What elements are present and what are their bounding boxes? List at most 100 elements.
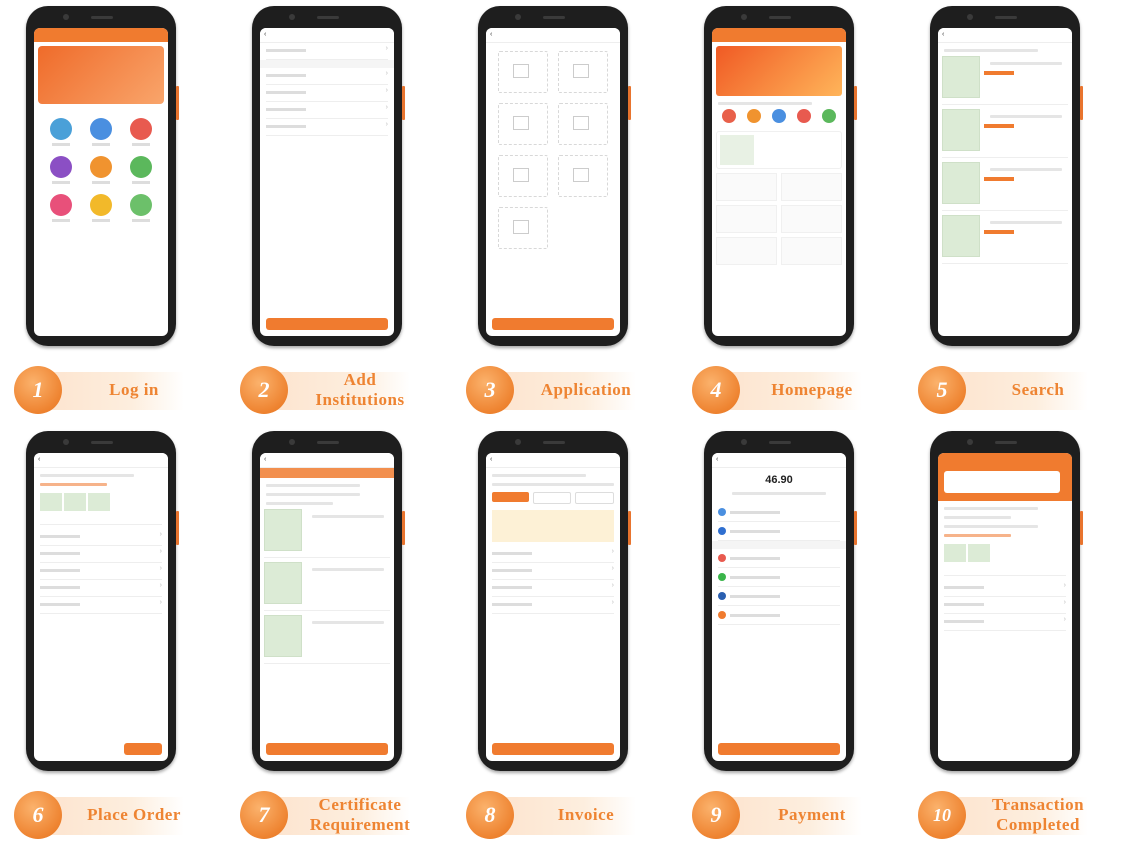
- step-number-badge: 6: [14, 791, 62, 839]
- search-result: [942, 109, 1068, 158]
- info-line: [492, 483, 614, 486]
- upload-slot: [498, 207, 548, 249]
- order-info-line: [944, 516, 1011, 519]
- step-title: Homepage: [771, 380, 853, 399]
- speaker-icon: [769, 16, 791, 19]
- speaker-icon: [317, 16, 339, 19]
- camera-icon: [289, 14, 295, 20]
- tab: [575, 492, 615, 504]
- camera-icon: [967, 439, 973, 445]
- step-number-badge: 8: [466, 791, 514, 839]
- form-row: [492, 563, 614, 580]
- search-result: [942, 56, 1068, 105]
- payment-method: [718, 606, 840, 625]
- feature-icon: [130, 194, 152, 216]
- confirm-button: [266, 743, 388, 755]
- side-button: [628, 86, 631, 120]
- phone-add-institutions-screen: ‹: [252, 6, 405, 346]
- next-button: [492, 318, 614, 330]
- step-label: 7 Certificate Requirement: [240, 791, 416, 841]
- grid-tile: [781, 173, 842, 201]
- speaker-icon: [543, 441, 565, 444]
- detail-row: [944, 597, 1066, 614]
- category-icon: [721, 109, 736, 123]
- tab-active: [492, 492, 529, 502]
- speaker-icon: [769, 441, 791, 444]
- screen: ‹: [486, 453, 620, 761]
- filter-bar: [944, 49, 1038, 52]
- screen-header: ‹: [712, 453, 846, 468]
- step-1: 1 Log in: [0, 0, 226, 425]
- upload-grid: [486, 43, 620, 257]
- step-label: 2 Add Institutions: [240, 366, 416, 416]
- promo-banner: [38, 46, 164, 104]
- certificate-item: [264, 509, 390, 558]
- notice-box: [492, 510, 614, 542]
- feature-icon: [130, 156, 152, 178]
- address-line: [40, 474, 134, 477]
- screen: [712, 28, 846, 336]
- invoice-type-tabs: [492, 492, 615, 504]
- step-4: 4 Homepage: [678, 0, 904, 425]
- pay-button: [718, 743, 840, 755]
- speaker-icon: [317, 441, 339, 444]
- step-title: Transaction Completed: [991, 795, 1085, 834]
- step-label: 1 Log in: [14, 366, 190, 416]
- back-arrow-icon: ‹: [716, 456, 719, 463]
- phone-transaction-completed-screen: [930, 431, 1083, 771]
- tab: [532, 492, 572, 504]
- product-image: [720, 135, 754, 165]
- product-image: [64, 493, 86, 511]
- step-label: 6 Place Order: [14, 791, 190, 841]
- category-icon: [822, 109, 837, 123]
- order-info-line: [944, 507, 1038, 510]
- product-image: [88, 493, 110, 511]
- side-button: [402, 86, 405, 120]
- step-label: 10 Transaction Completed: [918, 791, 1094, 841]
- side-button: [176, 511, 179, 545]
- back-arrow-icon: ‹: [264, 456, 267, 463]
- side-button: [854, 86, 857, 120]
- step-label: 9 Payment: [692, 791, 868, 841]
- product-image: [942, 109, 980, 151]
- step-number-badge: 3: [466, 366, 514, 414]
- screen-header: ‹: [34, 453, 168, 468]
- step-3: ‹ 3 Application: [452, 0, 678, 425]
- search-result: [942, 215, 1068, 264]
- screen: [938, 453, 1072, 761]
- step-label: 3 Application: [466, 366, 642, 416]
- phone-login-screen: [26, 6, 179, 346]
- form-row: [266, 85, 388, 102]
- search-header: [712, 28, 846, 42]
- product-image: [942, 162, 980, 204]
- feature-icon: [130, 118, 152, 140]
- order-row: [40, 529, 162, 546]
- step-6: ‹ 6 Place Order: [0, 425, 226, 850]
- step-label: 5 Search: [918, 366, 1094, 416]
- step-title: Payment: [778, 805, 846, 824]
- step-label: 8 Invoice: [466, 791, 642, 841]
- product-image: [944, 544, 966, 562]
- speaker-icon: [543, 16, 565, 19]
- screen-header: ‹: [486, 28, 620, 43]
- payment-method: [718, 568, 840, 587]
- next-button: [266, 318, 388, 330]
- order-products: [944, 541, 1066, 576]
- phone-certificate-screen: ‹: [252, 431, 405, 771]
- side-button: [1080, 511, 1083, 545]
- upload-slot: [498, 155, 548, 197]
- side-button: [628, 511, 631, 545]
- phone-invoice-screen: ‹: [478, 431, 631, 771]
- step-number-badge: 2: [240, 366, 288, 414]
- status-card: [938, 467, 1072, 501]
- step-2: ‹ 2 Add Institutions: [226, 0, 452, 425]
- step-8: ‹ 8 Invoice: [452, 425, 678, 850]
- step-number-badge: 4: [692, 366, 740, 414]
- screen-header: [34, 28, 168, 42]
- address-line: [40, 483, 107, 486]
- screen: ‹: [938, 28, 1072, 336]
- order-row: [40, 563, 162, 580]
- steps-row-1: 1 Log in ‹ 2 Add Institutions: [0, 0, 1130, 425]
- product-image: [264, 509, 302, 551]
- product-grid: [716, 173, 842, 265]
